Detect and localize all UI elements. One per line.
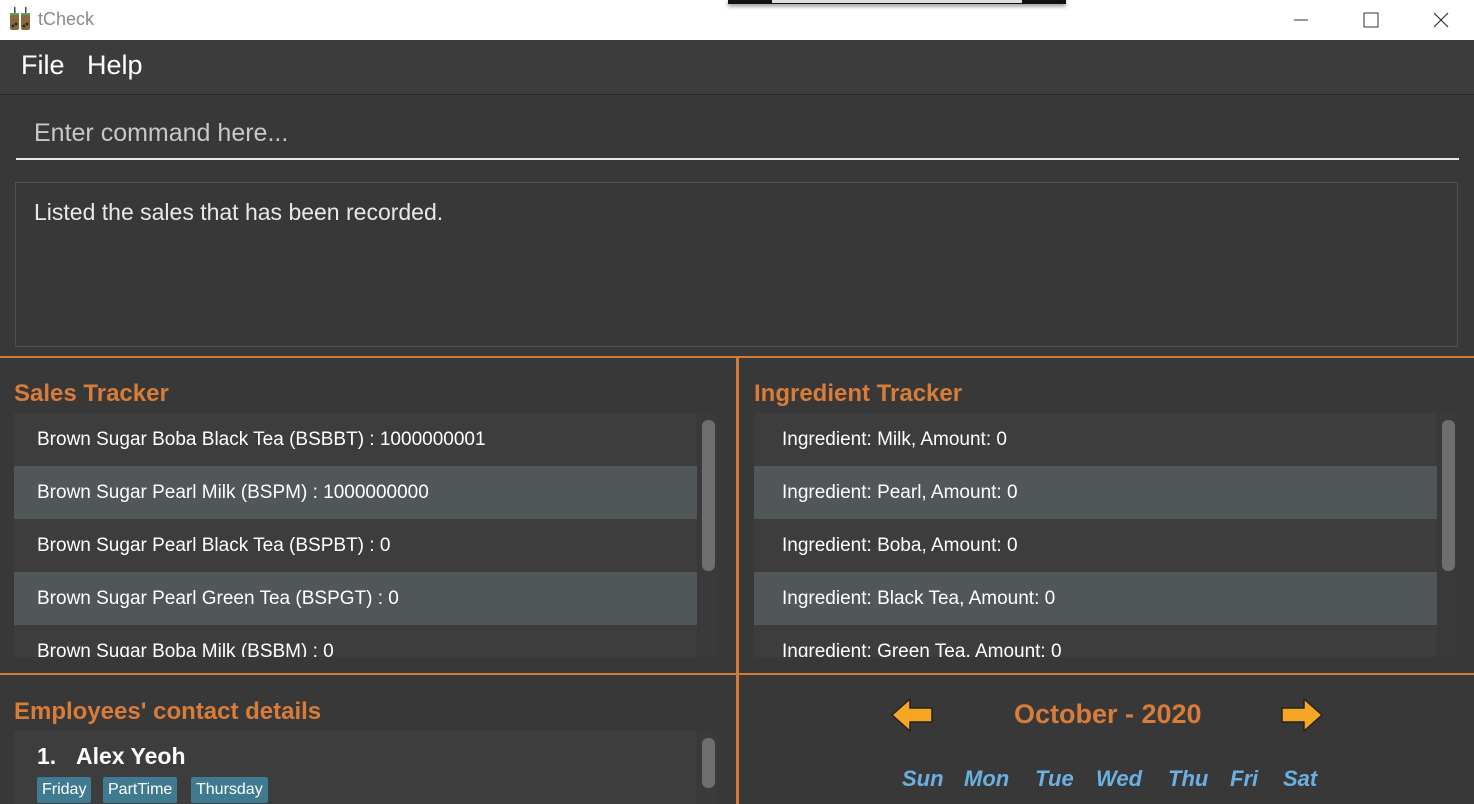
employee-name: Alex Yeoh bbox=[76, 743, 186, 769]
maximize-icon[interactable] bbox=[1336, 0, 1406, 40]
close-icon[interactable] bbox=[1405, 0, 1474, 40]
list-item[interactable]: Ingredient: Pearl, Amount: 0 bbox=[754, 466, 1437, 519]
ingredient-scrollbar[interactable] bbox=[1439, 413, 1457, 657]
employee-tag: Thursday bbox=[191, 777, 268, 803]
list-item[interactable]: Brown Sugar Pearl Green Tea (BSPGT) : 0 bbox=[14, 572, 697, 625]
list-item[interactable]: Ingredient: Boba, Amount: 0 bbox=[754, 519, 1437, 572]
day-header-thu: Thu bbox=[1168, 766, 1209, 791]
day-header-sat: Sat bbox=[1283, 766, 1318, 791]
sales-scroll-thumb[interactable] bbox=[702, 420, 715, 571]
list-item[interactable]: Ingredient: Milk, Amount: 0 bbox=[754, 413, 1437, 466]
sales-tracker-title: Sales Tracker bbox=[14, 380, 169, 407]
employee-tag: PartTime bbox=[103, 777, 178, 803]
previous-month-arrow-icon[interactable] bbox=[890, 697, 934, 733]
employee-card[interactable]: 1. Alex Yeoh Friday PartTime Thursday bbox=[14, 731, 697, 804]
bubble-tea-app-icon bbox=[10, 7, 30, 30]
next-month-arrow-icon[interactable] bbox=[1280, 697, 1324, 733]
menu-bar: File Help bbox=[0, 40, 1474, 95]
sales-scrollbar[interactable] bbox=[699, 413, 717, 657]
employees-scrollbar[interactable] bbox=[699, 731, 717, 804]
list-item[interactable]: Brown Sugar Boba Milk (BSBM) : 0 bbox=[14, 625, 697, 657]
day-header-mon: Mon bbox=[964, 766, 1010, 791]
divider-vertical bbox=[736, 356, 739, 804]
day-header-tue: Tue bbox=[1035, 766, 1074, 791]
month-label: October - 2020 bbox=[1014, 699, 1202, 729]
employees-scroll-thumb[interactable] bbox=[702, 738, 715, 788]
employee-tag: Friday bbox=[37, 777, 92, 803]
list-item[interactable]: Brown Sugar Boba Black Tea (BSBBT) : 100… bbox=[14, 413, 697, 466]
menu-file[interactable]: File bbox=[21, 50, 65, 81]
employees-title: Employees' contact details bbox=[14, 698, 322, 725]
command-input[interactable] bbox=[16, 108, 1459, 160]
list-item[interactable]: Brown Sugar Pearl Milk (BSPM) : 10000000… bbox=[14, 466, 697, 519]
window-title: tCheck bbox=[38, 9, 95, 29]
ingredient-tracker-title: Ingredient Tracker bbox=[754, 380, 963, 407]
ingredient-scroll-thumb[interactable] bbox=[1442, 420, 1455, 571]
list-item[interactable]: Brown Sugar Pearl Black Tea (BSPBT) : 0 bbox=[14, 519, 697, 572]
menu-help[interactable]: Help bbox=[87, 50, 143, 81]
sales-list: Brown Sugar Boba Black Tea (BSBBT) : 100… bbox=[14, 413, 697, 657]
list-item[interactable]: Ingredient: Green Tea, Amount: 0 bbox=[754, 625, 1437, 657]
result-text: Listed the sales that has been recorded. bbox=[34, 199, 444, 225]
employee-index: 1. bbox=[37, 743, 57, 769]
minimize-icon[interactable] bbox=[1266, 0, 1336, 40]
list-item[interactable]: Ingredient: Black Tea, Amount: 0 bbox=[754, 572, 1437, 625]
day-header-wed: Wed bbox=[1096, 766, 1143, 791]
day-header-sun: Sun bbox=[902, 766, 944, 791]
day-header-fri: Fri bbox=[1230, 766, 1259, 791]
overlay-strip bbox=[728, 0, 1066, 4]
ingredient-list: Ingredient: Milk, Amount: 0 Ingredient: … bbox=[754, 413, 1437, 657]
result-display: Listed the sales that has been recorded. bbox=[15, 182, 1458, 347]
title-bar: tCheck bbox=[0, 0, 1474, 40]
